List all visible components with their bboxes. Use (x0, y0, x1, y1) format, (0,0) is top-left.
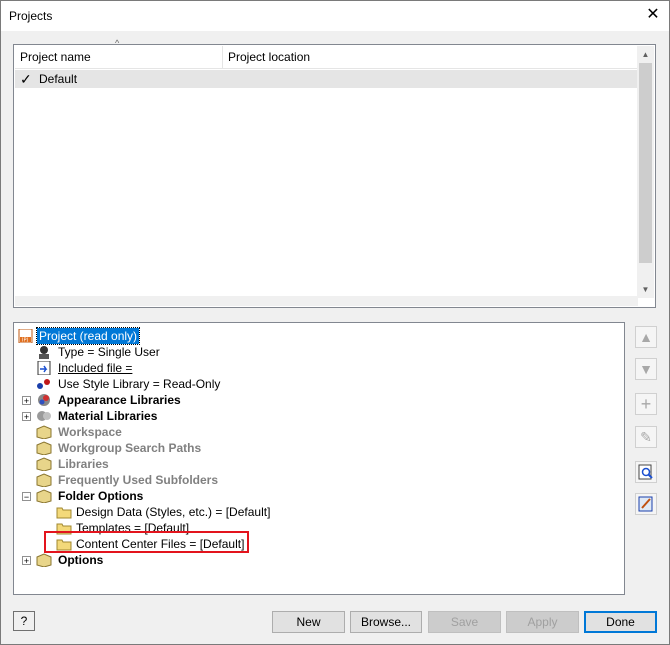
edit-icon[interactable]: ✎ (635, 426, 657, 448)
expand-icon[interactable]: + (22, 396, 31, 406)
tree-item-label: Workgroup Search Paths (58, 441, 202, 455)
project-name: Default (39, 72, 78, 86)
tree-item-label: Folder Options (58, 489, 144, 503)
expand-icon[interactable]: + (22, 556, 31, 566)
folder-group-icon (36, 457, 52, 471)
horizontal-scrollbar[interactable] (15, 296, 638, 306)
appearance-library-icon (38, 394, 50, 406)
add-icon[interactable]: + (635, 393, 657, 415)
move-up-icon[interactable]: ▲ (635, 326, 657, 348)
vertical-scrollbar[interactable]: ▲ ▼ (637, 46, 654, 298)
included-file-icon (37, 361, 51, 375)
style-library-icon (37, 379, 50, 389)
tree-item-label: Libraries (58, 457, 109, 471)
folder-group-icon (36, 441, 52, 455)
tree-item-label: Use Style Library = Read-Only (58, 377, 221, 391)
project-settings-tree[interactable]: IPJ Project (read only) Type = Single Us… (13, 322, 625, 595)
tree-root-label: Project (read only) (35, 327, 141, 345)
checkmark-icon: ✓ (20, 71, 32, 87)
scroll-down-icon[interactable]: ▼ (637, 281, 654, 298)
tree-item-label: Appearance Libraries (58, 393, 181, 407)
folder-group-icon (36, 553, 52, 567)
apply-button[interactable]: Apply (506, 611, 579, 633)
save-button[interactable]: Save (428, 611, 501, 633)
highlight-annotation (44, 531, 249, 553)
project-row[interactable]: ✓ Default (15, 70, 639, 88)
tree-item-label: Frequently Used Subfolders (58, 473, 219, 487)
list-header: ^ Project name Project location (15, 38, 639, 69)
folder-icon (56, 507, 72, 519)
folder-group-icon (36, 425, 52, 439)
done-button[interactable]: Done (584, 611, 657, 633)
window-title: Projects (9, 9, 53, 23)
user-icon (39, 346, 49, 359)
column-project-location[interactable]: Project location (223, 46, 639, 68)
title-bar: Projects ✕ (0, 0, 670, 31)
folder-group-icon (36, 489, 52, 503)
tree-item-label: Design Data (Styles, etc.) = [Default] (76, 505, 271, 519)
close-icon[interactable]: ✕ (640, 3, 666, 27)
tree-item-label: Included file = (58, 361, 133, 375)
edit-file-icon[interactable] (635, 493, 657, 515)
help-button[interactable]: ? (13, 611, 35, 631)
new-button[interactable]: New (272, 611, 345, 633)
collapse-icon[interactable]: − (22, 492, 31, 502)
browse-button[interactable]: Browse... (350, 611, 422, 633)
tree-item-label: Material Libraries (58, 409, 158, 423)
find-icon[interactable] (635, 461, 657, 483)
tree-item-label: Workspace (58, 425, 122, 439)
scroll-thumb[interactable] (639, 63, 652, 263)
column-project-name[interactable]: Project name (15, 46, 223, 68)
folder-group-icon (36, 473, 52, 487)
svg-text:IPJ: IPJ (22, 338, 28, 344)
material-library-icon (37, 411, 51, 421)
expand-icon[interactable]: + (22, 412, 31, 422)
scroll-up-icon[interactable]: ▲ (637, 46, 654, 63)
tree-item-label: Options (58, 553, 104, 567)
move-down-icon[interactable]: ▼ (635, 358, 657, 380)
project-list[interactable]: ^ Project name Project location ✓ Defaul… (13, 38, 656, 308)
project-icon: IPJ (18, 329, 33, 344)
tree-item-label: Type = Single User (58, 345, 160, 359)
